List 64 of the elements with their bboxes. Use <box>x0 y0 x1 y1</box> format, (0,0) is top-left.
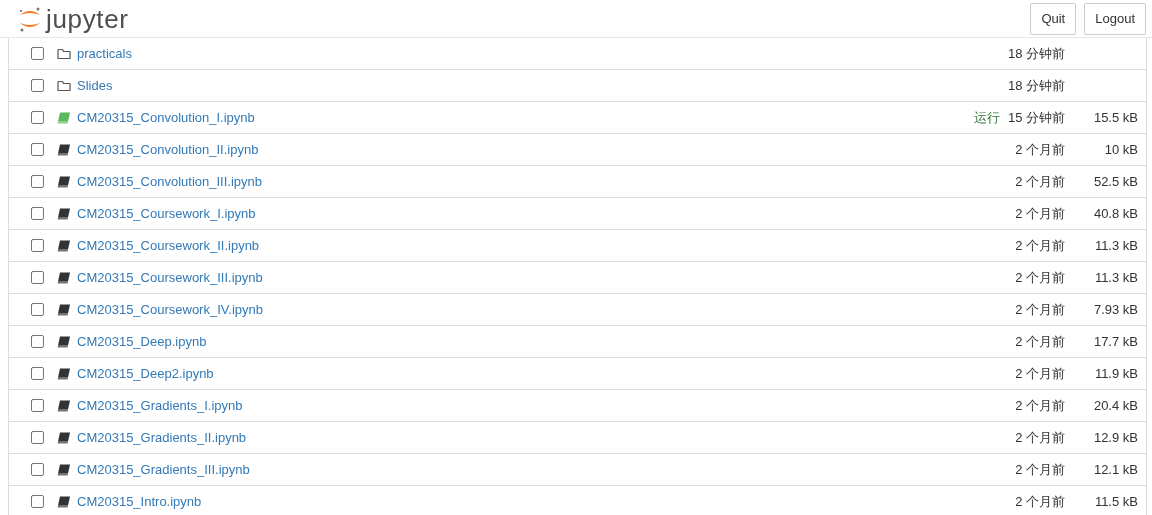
file-link[interactable]: Slides <box>77 75 113 96</box>
file-link[interactable]: CM20315_Convolution_I.ipynb <box>77 107 255 128</box>
file-link[interactable]: CM20315_Deep.ipynb <box>77 331 207 352</box>
file-link[interactable]: CM20315_Intro.ipynb <box>77 491 202 512</box>
file-link[interactable]: CM20315_Deep2.ipynb <box>77 363 214 384</box>
checkbox[interactable] <box>31 47 44 60</box>
checkbox[interactable] <box>31 271 44 284</box>
checkbox[interactable] <box>31 303 44 316</box>
modified-time: 2 个月前 <box>1015 140 1065 159</box>
checkbox[interactable] <box>31 207 44 220</box>
modified-time: 2 个月前 <box>1015 236 1065 255</box>
file-link[interactable]: CM20315_Coursework_II.ipynb <box>77 235 260 256</box>
modified-time: 2 个月前 <box>1015 204 1065 223</box>
checkbox[interactable] <box>31 175 44 188</box>
modified-time: 2 个月前 <box>1015 268 1065 287</box>
checkbox[interactable] <box>31 431 44 444</box>
modified-time: 15 分钟前 <box>1007 108 1065 127</box>
modified-time: 2 个月前 <box>1015 300 1065 319</box>
file-link[interactable]: CM20315_Coursework_IV.ipynb <box>77 299 263 320</box>
file-link[interactable]: CM20315_Gradients_II.ipynb <box>77 427 247 448</box>
file-size: 17.7 kB <box>1093 332 1138 351</box>
file-size: 11.3 kB <box>1094 236 1138 255</box>
file-size: 10 kB <box>1104 140 1138 159</box>
file-link[interactable]: CM20315_Gradients_III.ipynb <box>77 459 250 480</box>
checkbox[interactable] <box>31 335 44 348</box>
modified-time: 2 个月前 <box>1015 364 1065 383</box>
modified-time: 2 个月前 <box>1015 172 1065 191</box>
modified-time: 2 个月前 <box>1015 492 1065 511</box>
file-link[interactable]: practicals <box>77 43 132 64</box>
file-size: 12.9 kB <box>1093 428 1138 447</box>
file-link[interactable]: CM20315_Coursework_III.ipynb <box>77 267 263 288</box>
file-size: 7.93 kB <box>1093 300 1138 319</box>
file-link[interactable]: CM20315_Gradients_I.ipynb <box>77 395 243 416</box>
file-size: 12.1 kB <box>1093 460 1138 479</box>
checkbox[interactable] <box>31 239 44 252</box>
running-status: 运行 <box>973 108 1000 127</box>
checkbox[interactable] <box>31 463 44 476</box>
checkbox[interactable] <box>31 399 44 412</box>
modified-time: 18 分钟前 <box>1007 76 1065 95</box>
file-size: 15.5 kB <box>1093 108 1138 127</box>
modified-time: 2 个月前 <box>1015 332 1065 351</box>
file-size: 11.3 kB <box>1094 268 1138 287</box>
file-link[interactable]: CM20315_Coursework_I.ipynb <box>77 203 256 224</box>
logo-text: jupyter <box>46 5 129 32</box>
checkbox[interactable] <box>31 495 44 508</box>
file-size: 11.9 kB <box>1094 364 1138 383</box>
modified-time: 18 分钟前 <box>1007 44 1065 63</box>
file-size: 40.8 kB <box>1093 204 1138 223</box>
modified-time: 2 个月前 <box>1015 428 1065 447</box>
modified-time: 2 个月前 <box>1015 396 1065 415</box>
file-size: 20.4 kB <box>1093 396 1138 415</box>
modified-time: 2 个月前 <box>1015 460 1065 479</box>
checkbox[interactable] <box>31 79 44 92</box>
checkbox[interactable] <box>31 367 44 380</box>
header-button[interactable]: Quit <box>1030 2 1077 35</box>
checkbox[interactable] <box>31 111 44 124</box>
folder-icon <box>57 47 71 60</box>
file-link[interactable]: CM20315_Convolution_III.ipynb <box>77 171 262 192</box>
checkbox[interactable] <box>31 143 44 156</box>
file-size: 52.5 kB <box>1093 172 1138 191</box>
file-size: 11.5 kB <box>1094 492 1138 511</box>
file-link[interactable]: CM20315_Convolution_II.ipynb <box>77 139 259 160</box>
folder-icon <box>57 79 71 92</box>
header-button[interactable]: Logout <box>1084 2 1146 35</box>
